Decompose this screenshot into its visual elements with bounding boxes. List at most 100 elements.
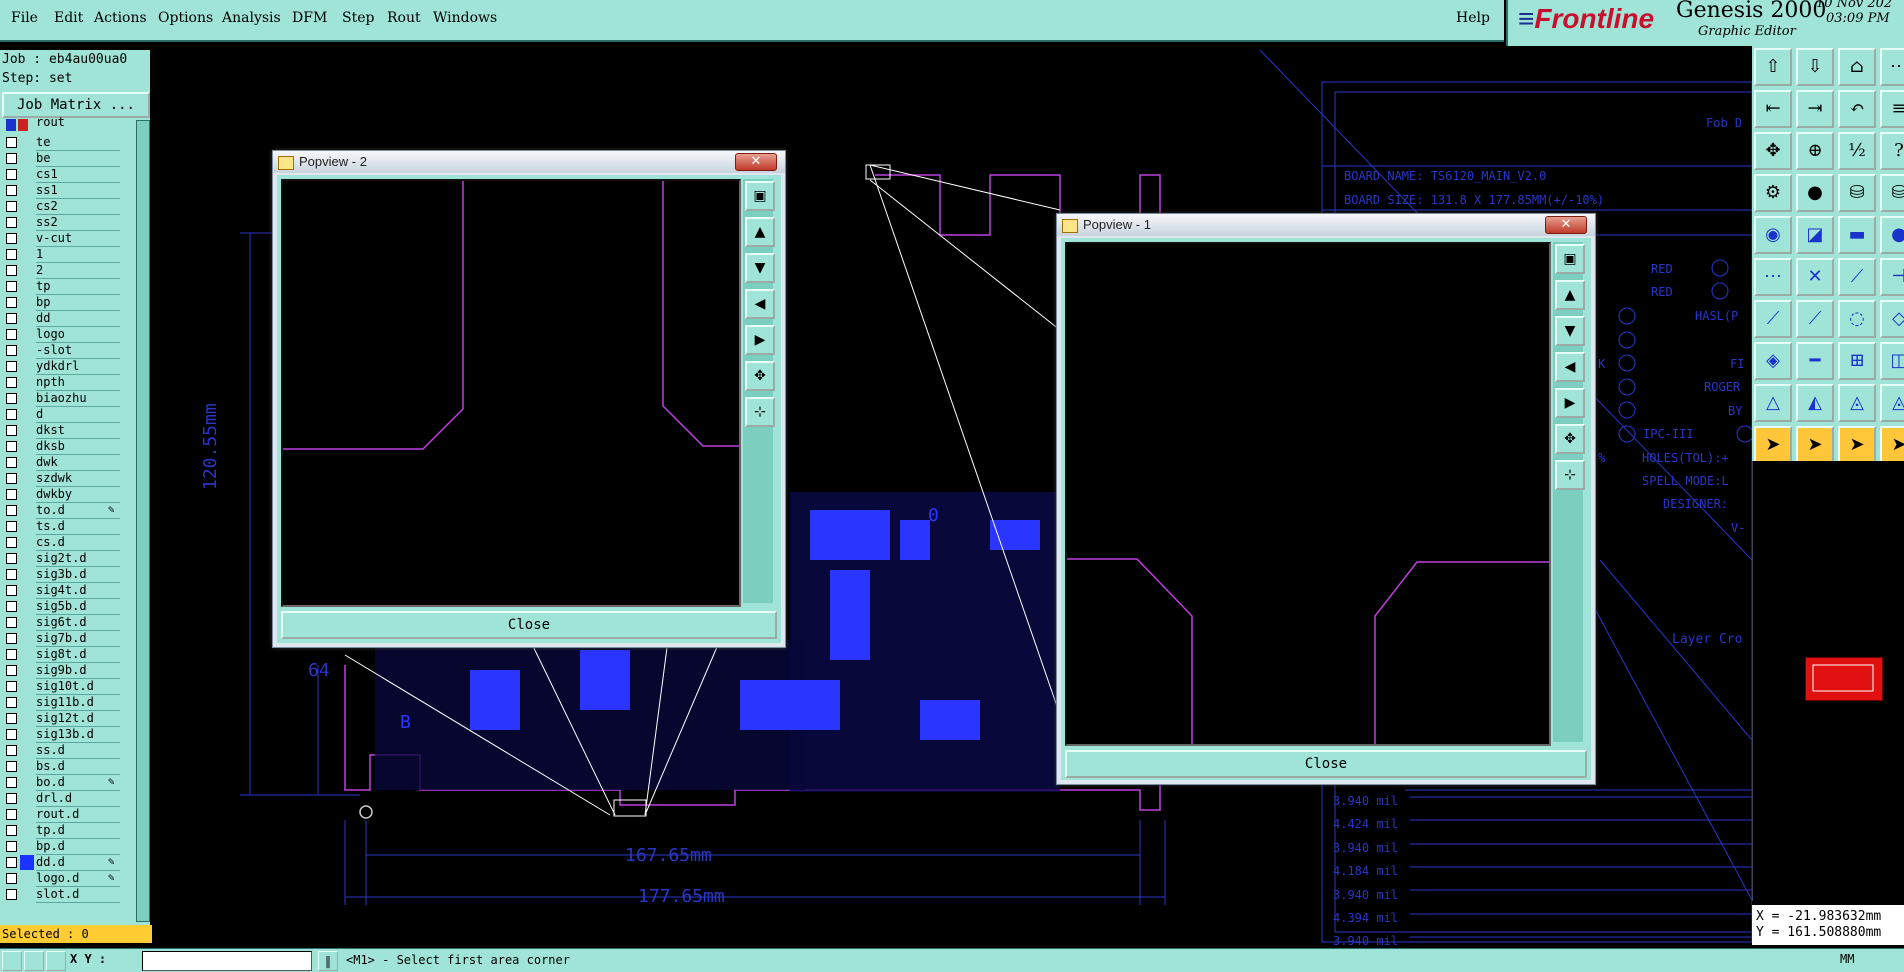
layer-checkbox[interactable] — [6, 265, 17, 276]
status-tool-2[interactable] — [24, 951, 44, 971]
tool-button-icon[interactable]: ⇩ — [1796, 48, 1834, 86]
popview-up-icon[interactable]: ▲ — [1555, 280, 1585, 310]
tool-button-icon[interactable]: ➤ — [1754, 426, 1792, 464]
tool-button-icon[interactable]: ◉ — [1754, 216, 1792, 254]
popview-2-canvas[interactable] — [281, 179, 741, 607]
layer-checkbox[interactable] — [6, 505, 17, 516]
layer-checkbox[interactable] — [6, 169, 17, 180]
popview-1-close-button[interactable]: Close — [1065, 750, 1587, 778]
layer-checkbox[interactable] — [6, 841, 17, 852]
layer-row[interactable]: sig6t.d — [0, 615, 120, 631]
layer-row[interactable]: slot.d — [0, 887, 120, 903]
layer-row[interactable]: logo — [0, 327, 120, 343]
layer-checkbox[interactable] — [6, 153, 17, 164]
popview-zoom-out-icon[interactable]: ⊹ — [1555, 460, 1585, 490]
popview-zoom-in-icon[interactable]: ✥ — [1555, 424, 1585, 454]
layer-checkbox[interactable] — [6, 281, 17, 292]
tool-button-icon[interactable]: ➤ — [1838, 426, 1876, 464]
layer-checkbox[interactable] — [6, 489, 17, 500]
popview-right-icon[interactable]: ▶ — [1555, 388, 1585, 418]
tool-button-icon[interactable]: ½ — [1838, 132, 1876, 170]
layer-row[interactable]: drl.d — [0, 791, 120, 807]
layer-row[interactable]: dksb — [0, 439, 120, 455]
popview-2-close-icon[interactable]: ✕ — [735, 153, 777, 171]
layer-checkbox[interactable] — [6, 297, 17, 308]
popview-zoom-in-icon[interactable]: ✥ — [745, 361, 775, 391]
layer-row[interactable]: szdwk — [0, 471, 120, 487]
tool-button-icon[interactable]: ◬ — [1838, 384, 1876, 422]
layer-row[interactable]: cs2 — [0, 199, 120, 215]
tool-button-icon[interactable]: △ — [1754, 384, 1792, 422]
popview-down-icon[interactable]: ▼ — [745, 253, 775, 283]
layer-row[interactable]: ydkdrl — [0, 359, 120, 375]
layer-row[interactable]: to.d ✎ — [0, 503, 120, 519]
layer-row[interactable]: sig3b.d — [0, 567, 120, 583]
layer-row[interactable]: sig8t.d — [0, 647, 120, 663]
layer-checkbox[interactable] — [6, 777, 17, 788]
menu-file[interactable]: File — [11, 10, 38, 26]
tool-button-icon[interactable]: ⋯ — [1754, 258, 1792, 296]
popview-left-icon[interactable]: ◀ — [745, 289, 775, 319]
status-pause-icon[interactable]: ‖ — [318, 951, 338, 971]
tool-button-icon[interactable]: ⊞ — [1838, 342, 1876, 380]
tool-button-icon[interactable]: ◪ — [1796, 216, 1834, 254]
layer-row[interactable]: ts.d — [0, 519, 120, 535]
layer-row[interactable]: ss1 — [0, 183, 120, 199]
layer-checkbox[interactable] — [6, 649, 17, 660]
layer-checkbox[interactable] — [6, 633, 17, 644]
menu-step[interactable]: Step — [342, 10, 374, 26]
layer-checkbox[interactable] — [6, 201, 17, 212]
layer-row[interactable]: dwkby — [0, 487, 120, 503]
layer-row[interactable]: tp — [0, 279, 120, 295]
layer-checkbox[interactable] — [6, 745, 17, 756]
layer-checkbox[interactable] — [6, 889, 17, 900]
status-tool-grid-icon[interactable] — [46, 951, 66, 971]
layer-row[interactable]: 1 — [0, 247, 120, 263]
layer-row[interactable]: cs1 — [0, 167, 120, 183]
tool-button-icon[interactable]: ⛁ — [1838, 174, 1876, 212]
layer-row[interactable]: bp.d — [0, 839, 120, 855]
tool-button-icon[interactable]: ➤ — [1880, 426, 1904, 464]
layer-checkbox[interactable] — [6, 809, 17, 820]
layer-row[interactable]: sig4t.d — [0, 583, 120, 599]
menu-help[interactable]: Help — [1456, 10, 1490, 26]
popview-zoom-out-icon[interactable]: ⊹ — [745, 397, 775, 427]
layer-row[interactable]: 2 — [0, 263, 120, 279]
layer-checkbox[interactable] — [6, 137, 17, 148]
layer-row[interactable]: cs.d — [0, 535, 120, 551]
layer-row[interactable]: bo.d ✎ — [0, 775, 120, 791]
tool-button-icon[interactable]: ⟋ — [1796, 300, 1834, 338]
tool-button-icon[interactable]: ◇ — [1880, 300, 1904, 338]
layer-row[interactable]: rout.d — [0, 807, 120, 823]
tool-button-icon[interactable]: ▬ — [1838, 216, 1876, 254]
menu-analysis[interactable]: Analysis — [222, 10, 281, 26]
menu-options[interactable]: Options — [158, 10, 213, 26]
layer-row[interactable]: ss2 — [0, 215, 120, 231]
layer-row[interactable]: dkst — [0, 423, 120, 439]
popview-left-icon[interactable]: ◀ — [1555, 352, 1585, 382]
layer-checkbox[interactable] — [6, 409, 17, 420]
layer-row[interactable]: dd.d ✎ — [0, 855, 120, 871]
layer-checkbox[interactable] — [6, 217, 17, 228]
layer-checkbox[interactable] — [6, 713, 17, 724]
tool-button-icon[interactable]: ? — [1880, 132, 1904, 170]
tool-button-icon[interactable]: ⇥ — [1796, 90, 1834, 128]
menu-windows[interactable]: Windows — [433, 10, 497, 26]
layer-checkbox[interactable] — [6, 233, 17, 244]
tool-button-icon[interactable]: ⟋ — [1754, 300, 1792, 338]
xy-input[interactable] — [142, 951, 312, 971]
tool-button-icon[interactable]: ◌ — [1838, 300, 1876, 338]
layer-checkbox[interactable] — [6, 393, 17, 404]
layer-row[interactable]: biaozhu — [0, 391, 120, 407]
layer-row[interactable]: sig5b.d — [0, 599, 120, 615]
layer-row[interactable]: te — [0, 135, 120, 151]
tool-button-icon[interactable]: ⇤ — [1754, 90, 1792, 128]
units-indicator[interactable]: MM — [1840, 952, 1900, 966]
layer-list[interactable]: te be cs1 ss1 cs2 ss2 v-cut 1 2 tp bp dd logo -slot yd… — [0, 135, 122, 925]
layer-checkbox[interactable] — [6, 425, 17, 436]
layer-row[interactable]: ss.d — [0, 743, 120, 759]
layer-row[interactable]: logo.d ✎ — [0, 871, 120, 887]
layer-row[interactable]: bs.d — [0, 759, 120, 775]
layer-checkbox[interactable] — [6, 457, 17, 468]
layer-row[interactable]: sig13b.d — [0, 727, 120, 743]
